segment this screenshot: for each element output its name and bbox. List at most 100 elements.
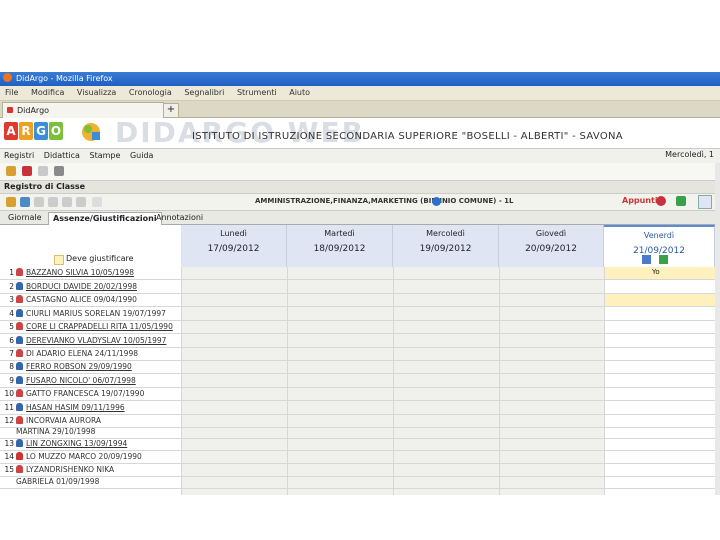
student-name[interactable]: LYZANDRISHENKO NIKA xyxy=(26,465,114,474)
menu-cronologia[interactable]: Cronologia xyxy=(129,88,172,97)
col-divider xyxy=(604,267,605,495)
student-row[interactable]: GABRIELA 01/09/1998 xyxy=(0,476,181,488)
download-icon[interactable] xyxy=(642,255,651,264)
delete-icon xyxy=(92,197,102,207)
day-name: Venerdì xyxy=(643,231,675,240)
disabled-tool-icon xyxy=(38,166,48,176)
register-book-icon[interactable] xyxy=(6,166,16,176)
student-name[interactable]: MARTINA 29/10/1998 xyxy=(16,427,95,436)
cell-friday-row3[interactable] xyxy=(604,294,715,306)
student-number: 3 xyxy=(9,295,14,304)
student-number: 11 xyxy=(4,403,14,412)
student-row[interactable]: 10 GATTO FRANCESCA 19/07/1990 xyxy=(0,388,181,400)
student-name[interactable]: CASTAGNO ALICE 09/04/1990 xyxy=(26,295,137,304)
student-row[interactable]: 7 DI ADARIO ELENA 24/11/1998 xyxy=(0,348,181,360)
person-icon xyxy=(16,362,23,370)
menu-aiuto[interactable]: Aiuto xyxy=(289,88,310,97)
student-name[interactable]: BORDUCI DAVIDE 20/02/1998 xyxy=(26,282,137,291)
row-line xyxy=(0,373,720,374)
student-name[interactable]: GATTO FRANCESCA 19/07/1990 xyxy=(26,389,144,398)
student-row[interactable]: 15 LYZANDRISHENKO NIKA xyxy=(0,464,181,476)
student-name[interactable]: LIN ZONGXING 13/09/1994 xyxy=(26,439,127,448)
student-name[interactable]: HASAN HASIM 09/11/1996 xyxy=(26,403,125,412)
window-title: DidArgo - Mozilla Firefox xyxy=(16,74,113,83)
student-row[interactable]: 14 LO MUZZO MARCO 20/09/1990 xyxy=(0,451,181,463)
student-name[interactable]: DEREVIANKO VLADYSLAV 10/05/1997 xyxy=(26,336,166,345)
school-name: ISTITUTO DI ISTRUZIONE SECONDARIA SUPERI… xyxy=(192,131,623,142)
day-name: Mercoledì xyxy=(426,229,465,238)
student-name[interactable]: CORE LI CRAPPADELLI RITA 11/05/1990 xyxy=(26,322,173,331)
menu-segnalibri[interactable]: Segnalibri xyxy=(184,88,224,97)
prev-week-button[interactable] xyxy=(698,195,712,209)
student-number: 13 xyxy=(4,439,14,448)
student-number: 4 xyxy=(9,309,14,318)
student-name[interactable]: FERRO ROBSON 29/09/1990 xyxy=(26,362,132,371)
red-book-icon[interactable] xyxy=(22,166,32,176)
student-row[interactable]: 6 DEREVIANKO VLADYSLAV 10/05/1997 xyxy=(0,335,181,347)
chart-icon[interactable] xyxy=(659,255,668,264)
student-row[interactable]: 9 FUSARO NICOLO' 06/07/1998 xyxy=(0,375,181,387)
menu-stampe[interactable]: Stampe xyxy=(90,151,121,160)
app-toolbar xyxy=(0,163,720,181)
menu-strumenti[interactable]: Strumenti xyxy=(237,88,277,97)
student-number: 15 xyxy=(4,465,14,474)
student-number: 9 xyxy=(9,376,14,385)
student-row[interactable]: 2 BORDUCI DAVIDE 20/02/1998 xyxy=(0,281,181,293)
firefox-icon xyxy=(3,73,12,82)
legend-label: Deve giustificare xyxy=(66,254,134,263)
menu-didattica[interactable]: Didattica xyxy=(44,151,80,160)
person-icon xyxy=(16,295,23,303)
student-number: 1 xyxy=(9,268,14,277)
student-row[interactable]: 3 CASTAGNO ALICE 09/04/1990 xyxy=(0,294,181,306)
menu-visualizza[interactable]: Visualizza xyxy=(77,88,116,97)
person-icon xyxy=(16,336,23,344)
day-name: Lunedì xyxy=(220,229,247,238)
student-row[interactable]: MARTINA 29/10/1998 xyxy=(0,426,181,438)
student-row[interactable]: 11 HASAN HASIM 09/11/1996 xyxy=(0,402,181,414)
didargo-logo-icon xyxy=(82,123,100,141)
logo-letter-o: O xyxy=(49,122,63,140)
monitor-icon[interactable] xyxy=(54,166,64,176)
student-row[interactable]: 1 BAZZANO SILVIA 10/05/1998 xyxy=(0,267,181,279)
student-name[interactable]: INCORVAIA AURORA xyxy=(26,416,101,425)
main-menu: Registri Didattica Stampe Guida xyxy=(0,148,720,164)
student-row[interactable]: 5 CORE LI CRAPPADELLI RITA 11/05/1990 xyxy=(0,321,181,333)
menu-guida[interactable]: Guida xyxy=(130,151,153,160)
info-icon[interactable] xyxy=(432,197,441,206)
print-icon xyxy=(76,197,86,207)
day-header-wednesday: Mercoledì 19/09/2012 xyxy=(393,225,499,267)
student-row[interactable]: 4 CIURLI MARIUS SORELAN 19/07/1997 xyxy=(0,308,181,320)
student-number: 6 xyxy=(9,336,14,345)
student-name[interactable]: CIURLI MARIUS SORELAN 19/07/1997 xyxy=(26,309,166,318)
row-line xyxy=(0,488,720,489)
tab-annotazioni[interactable]: Annotazioni xyxy=(152,212,207,224)
student-name[interactable]: DI ADARIO ELENA 24/11/1998 xyxy=(26,349,138,358)
class-selector-icon[interactable] xyxy=(6,197,16,207)
day-date: 17/09/2012 xyxy=(207,244,260,254)
student-name[interactable]: LO MUZZO MARCO 20/09/1990 xyxy=(26,452,142,461)
student-name[interactable]: FUSARO NICOLO' 06/07/1998 xyxy=(26,376,136,385)
day-name: Martedì xyxy=(324,229,355,238)
day-header-monday: Lunedì 17/09/2012 xyxy=(181,225,287,267)
browser-menubar: File Modifica Visualizza Cronologia Segn… xyxy=(0,86,720,101)
student-name[interactable]: GABRIELA 01/09/1998 xyxy=(16,477,99,486)
student-number: 7 xyxy=(9,349,14,358)
student-number: 14 xyxy=(4,452,14,461)
window-titlebar: DidArgo - Mozilla Firefox xyxy=(0,72,720,86)
vertical-scrollbar[interactable] xyxy=(715,163,720,495)
student-row[interactable]: 13 LIN ZONGXING 13/09/1994 xyxy=(0,438,181,450)
student-name[interactable]: BAZZANO SILVIA 10/05/1998 xyxy=(26,268,134,277)
tab-assenze-giustificazioni[interactable]: Assenze/Giustificazioni xyxy=(48,212,162,225)
person-icon xyxy=(16,282,23,290)
person-icon xyxy=(16,268,23,276)
logo-letter-g: G xyxy=(34,122,48,140)
student-row[interactable]: 8 FERRO ROBSON 29/09/1990 xyxy=(0,361,181,373)
save-icon[interactable] xyxy=(20,197,30,207)
refresh-icon[interactable] xyxy=(676,196,686,206)
menu-file[interactable]: File xyxy=(5,88,18,97)
menu-registri[interactable]: Registri xyxy=(4,151,34,160)
tab-giornale[interactable]: Giornale xyxy=(4,212,46,224)
appunti-icon[interactable] xyxy=(656,196,666,206)
menu-modifica[interactable]: Modifica xyxy=(31,88,64,97)
appunti-button[interactable]: Appunti xyxy=(622,196,658,205)
